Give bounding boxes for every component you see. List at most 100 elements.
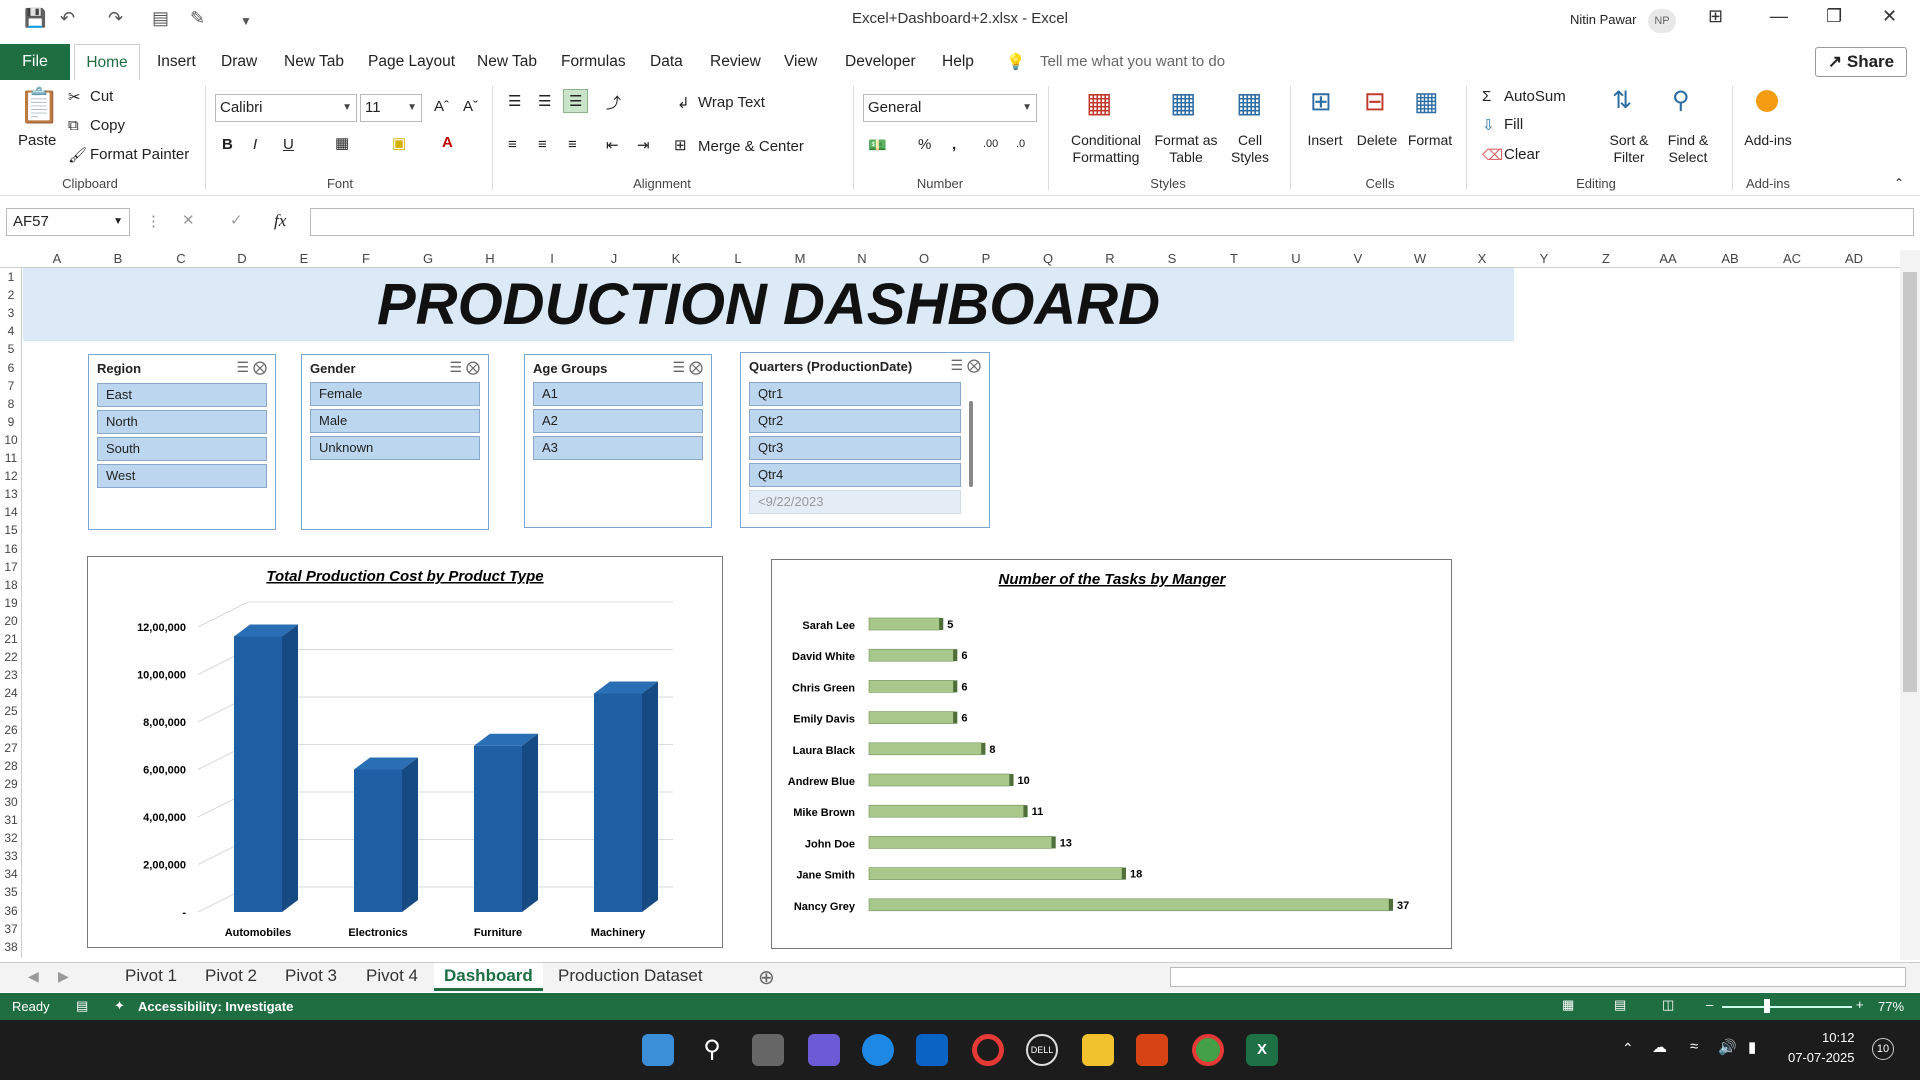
shrink-font-icon[interactable]: Aˇ — [463, 98, 478, 115]
row-header[interactable]: 27 — [0, 741, 22, 755]
horizontal-scrollbar[interactable] — [1170, 967, 1906, 987]
insert-cells-icon[interactable]: ⊞ — [1310, 86, 1332, 117]
row-header[interactable]: 1 — [0, 270, 22, 284]
delete-cells-button[interactable]: Delete — [1352, 132, 1402, 149]
column-header[interactable]: AC — [1761, 250, 1823, 268]
increase-indent-icon[interactable]: ⇥ — [637, 136, 650, 154]
accessibility-status[interactable]: Accessibility: Investigate — [138, 999, 293, 1014]
slicer-item[interactable]: Qtr3 — [749, 436, 961, 460]
align-top-icon[interactable]: ☰ — [508, 92, 521, 110]
task-view-icon[interactable] — [752, 1034, 784, 1066]
merge-icon[interactable]: ⊞ — [674, 136, 687, 154]
fill-color-icon[interactable]: ▣ — [392, 134, 406, 152]
wrap-text-button[interactable]: Wrap Text — [698, 94, 765, 111]
italic-button[interactable]: I — [253, 136, 257, 153]
sheet-tab[interactable]: Pivot 4 — [356, 963, 428, 991]
sheet-tab[interactable]: Pivot 2 — [195, 963, 267, 991]
row-header[interactable]: 11 — [0, 451, 22, 465]
multi-select-icon[interactable]: ☰ ⨂ — [673, 359, 703, 376]
column-header[interactable]: Y — [1513, 250, 1575, 268]
row-header[interactable]: 15 — [0, 523, 22, 537]
column-header[interactable]: C — [150, 250, 212, 268]
column-header[interactable]: S — [1141, 250, 1203, 268]
tab-help[interactable]: Help — [942, 53, 974, 71]
column-header[interactable]: V — [1327, 250, 1389, 268]
sheet-tab[interactable]: Production Dataset — [548, 963, 713, 991]
multi-select-icon[interactable]: ☰ ⨂ — [951, 357, 981, 374]
column-header[interactable]: AB — [1699, 250, 1761, 268]
row-header[interactable]: 34 — [0, 867, 22, 881]
enter-icon[interactable]: ✓ — [230, 211, 243, 229]
column-header[interactable]: U — [1265, 250, 1327, 268]
tell-me-search[interactable]: Tell me what you want to do — [1040, 53, 1225, 70]
opera-icon[interactable] — [972, 1034, 1004, 1066]
tab-review[interactable]: Review — [710, 53, 761, 71]
zoom-slider[interactable] — [1722, 1006, 1852, 1008]
cell-styles-icon[interactable]: ▦ — [1236, 86, 1262, 119]
comma-icon[interactable]: , — [952, 136, 956, 153]
row-header[interactable]: 25 — [0, 704, 22, 718]
row-header[interactable]: 5 — [0, 342, 22, 356]
scrollbar-thumb[interactable] — [1903, 272, 1917, 692]
column-header[interactable]: Z — [1575, 250, 1637, 268]
align-bottom-icon[interactable]: ☰ — [563, 89, 589, 113]
column-header[interactable]: F — [335, 250, 397, 268]
column-header[interactable]: H — [459, 250, 521, 268]
row-header[interactable]: 29 — [0, 777, 22, 791]
slicer-item[interactable]: North — [97, 410, 267, 434]
row-header[interactable]: 6 — [0, 361, 22, 375]
orientation-icon[interactable]: ⤴ — [606, 92, 621, 113]
autosum-button[interactable]: AutoSum — [1504, 88, 1566, 105]
slicer-region[interactable]: Region ☰ ⨂ East North South West — [88, 354, 276, 530]
chrome-icon[interactable] — [1192, 1034, 1224, 1066]
scroll-right-icon[interactable]: ▶ — [58, 968, 69, 985]
clear-button[interactable]: Clear — [1504, 146, 1540, 163]
paste-button[interactable]: Paste — [18, 132, 56, 149]
tab-data[interactable]: Data — [650, 53, 683, 71]
align-center-icon[interactable]: ≡ — [538, 136, 547, 153]
accessibility-icon[interactable]: ✦ — [114, 998, 125, 1014]
slicer-scrollbar[interactable] — [969, 401, 973, 487]
row-header[interactable]: 20 — [0, 614, 22, 628]
restore-icon[interactable]: ❐ — [1826, 6, 1842, 27]
increase-decimal-icon[interactable]: .00 — [983, 138, 998, 150]
ribbon-display-icon[interactable]: ⊞ — [1708, 6, 1723, 27]
fill-icon[interactable]: ⇩ — [1482, 116, 1495, 134]
format-painter-icon[interactable]: 🖌 — [68, 146, 87, 164]
column-header[interactable]: O — [893, 250, 955, 268]
column-header[interactable]: K — [645, 250, 707, 268]
accounting-icon[interactable]: 💵 — [868, 136, 887, 154]
worksheet[interactable]: PRODUCTION DASHBOARD Region ☰ ⨂ East Nor… — [23, 268, 1900, 958]
row-header[interactable]: 7 — [0, 379, 22, 393]
multi-select-icon[interactable]: ☰ ⨂ — [237, 359, 267, 376]
row-header[interactable]: 18 — [0, 578, 22, 592]
font-color-icon[interactable]: A — [442, 134, 453, 151]
row-header[interactable]: 21 — [0, 632, 22, 646]
cancel-icon[interactable]: ✕ — [182, 211, 195, 229]
percent-icon[interactable]: % — [918, 136, 931, 153]
merge-center-button[interactable]: Merge & Center — [698, 138, 804, 155]
slicer-item[interactable]: Qtr2 — [749, 409, 961, 433]
column-header[interactable]: M — [769, 250, 831, 268]
borders-icon[interactable]: ▦ — [335, 134, 349, 152]
column-header[interactable]: AA — [1637, 250, 1699, 268]
underline-button[interactable]: U — [283, 136, 294, 153]
cut-icon[interactable]: ✂ — [68, 88, 81, 106]
wifi-icon[interactable]: ≈ — [1690, 1038, 1698, 1055]
sheet-tab[interactable]: Pivot 3 — [275, 963, 347, 991]
add-ins-icon[interactable] — [1756, 90, 1778, 112]
teams-icon[interactable] — [808, 1034, 840, 1066]
notification-badge[interactable]: 10 — [1872, 1038, 1894, 1060]
row-header[interactable]: 4 — [0, 324, 22, 338]
align-middle-icon[interactable]: ☰ — [538, 92, 551, 110]
outlook-icon[interactable] — [916, 1034, 948, 1066]
clear-icon[interactable]: ⌫ — [1482, 146, 1503, 164]
format-painter-button[interactable]: Format Painter — [90, 146, 189, 163]
find-select-icon[interactable]: ⚲ — [1672, 86, 1690, 115]
sheet-tab-active[interactable]: Dashboard — [434, 963, 543, 991]
row-header[interactable]: 2 — [0, 288, 22, 302]
column-header[interactable]: L — [707, 250, 769, 268]
row-header[interactable]: 28 — [0, 759, 22, 773]
sheet-tab[interactable]: Pivot 1 — [115, 963, 187, 991]
decrease-indent-icon[interactable]: ⇤ — [606, 136, 619, 154]
